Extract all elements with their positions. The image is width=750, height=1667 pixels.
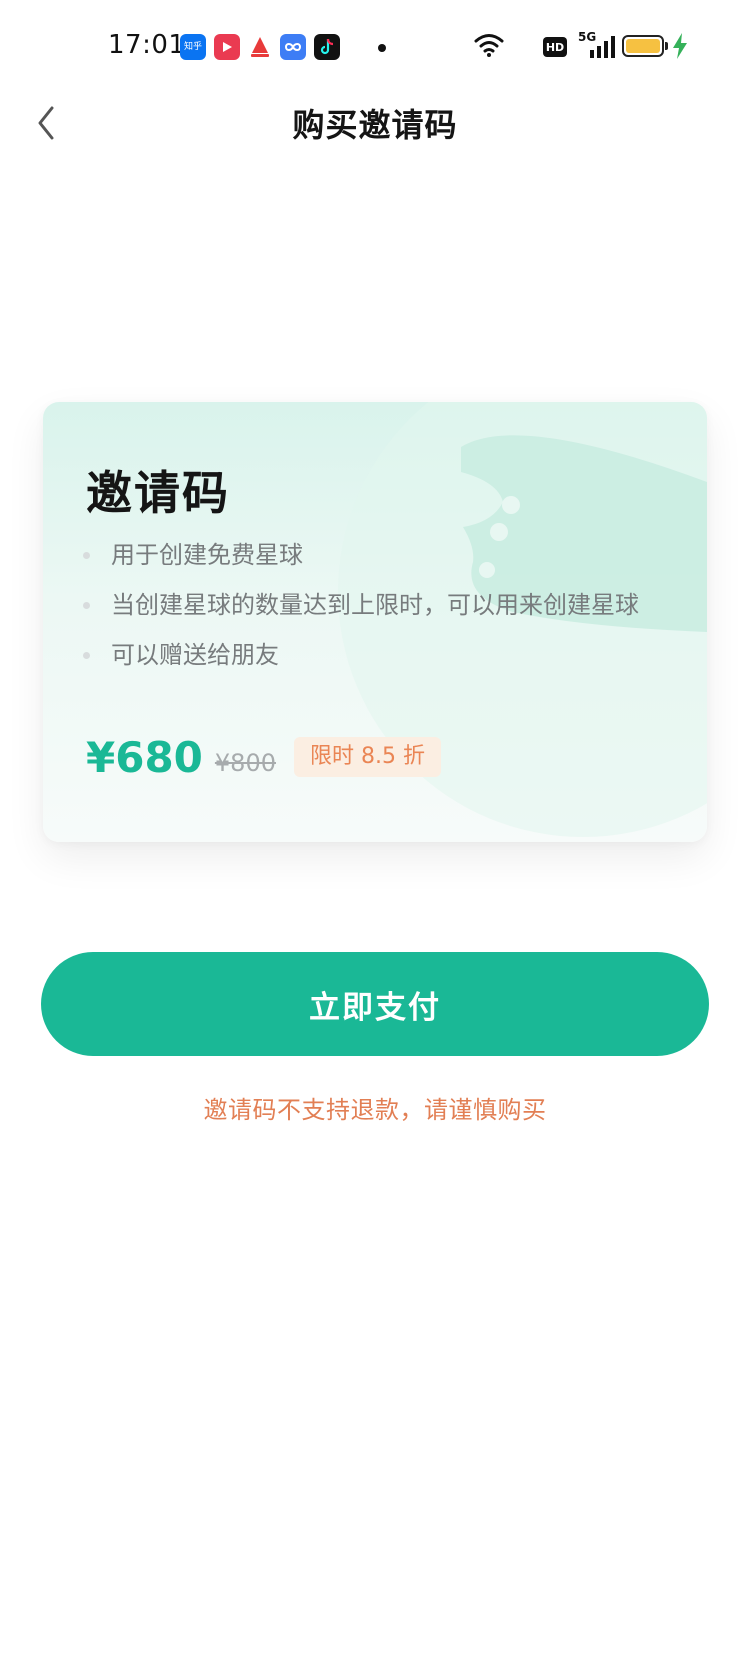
zhihu-icon-label: 知乎 (183, 41, 202, 52)
current-price: ¥680 (86, 732, 203, 782)
zhihu-icon: 知乎 (180, 34, 206, 60)
tiktok-glyph (320, 38, 334, 55)
list-item: 用于创建免费星球 (83, 530, 639, 580)
hd-badge: HD (543, 37, 567, 57)
feature-list: 用于创建免费星球 当创建星球的数量达到上限时，可以用来创建星球 可以赠送给朋友 (83, 530, 639, 680)
battery-cap (665, 42, 668, 50)
discount-badge: 限时 8.5 折 (293, 737, 441, 777)
original-price: ¥800 (214, 749, 276, 777)
infinity-icon (280, 34, 306, 60)
bullet-dot (83, 552, 90, 559)
infinity-glyph (284, 43, 302, 51)
battery-level (626, 39, 660, 53)
pay-now-label: 立即支付 (309, 989, 441, 1026)
hd-label: HD (545, 40, 565, 54)
card-title: 邀请码 (86, 466, 230, 520)
play-glyph (223, 42, 232, 52)
list-item: 可以赠送给朋友 (83, 630, 639, 680)
feature-text: 可以赠送给朋友 (111, 641, 279, 669)
status-time: 17:01 (108, 30, 186, 60)
signal-icon (590, 36, 615, 58)
price-row: ¥680 ¥800 限时 8.5 折 (86, 732, 441, 782)
page-title: 购买邀请码 (292, 106, 458, 144)
feature-text: 当创建星球的数量达到上限时，可以用来创建星球 (111, 591, 639, 619)
bullet-dot (83, 652, 90, 659)
notification-dot (378, 44, 386, 52)
pay-now-button[interactable]: 立即支付 (41, 952, 709, 1056)
invite-code-card: 邀请码 用于创建免费星球 当创建星球的数量达到上限时，可以用来创建星球 可以赠送… (43, 402, 707, 842)
bullet-dot (83, 602, 90, 609)
video-play-icon (214, 34, 240, 60)
wifi-icon (474, 34, 504, 57)
battery-icon (622, 35, 664, 57)
sail-icon (247, 34, 273, 60)
refund-warning: 邀请码不支持退款，请谨慎购买 (203, 1096, 547, 1124)
feature-text: 用于创建免费星球 (111, 541, 303, 569)
sail-glyph (251, 37, 269, 57)
list-item: 当创建星球的数量达到上限时，可以用来创建星球 (83, 580, 639, 630)
tiktok-icon (314, 34, 340, 60)
charging-icon (673, 33, 687, 59)
status-bar: 17:01 知乎 HD 5G (0, 0, 750, 96)
